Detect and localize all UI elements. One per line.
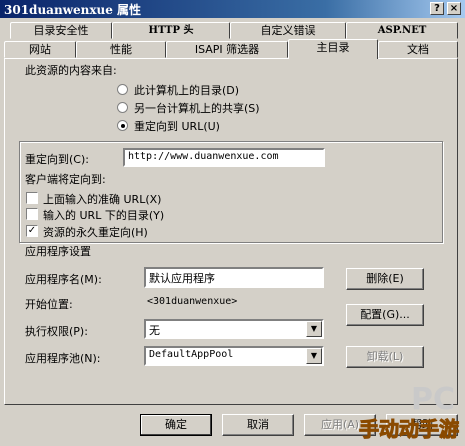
- tab-performance[interactable]: 性能: [76, 41, 166, 58]
- chevron-down-icon[interactable]: ▼: [306, 321, 322, 337]
- tab-website[interactable]: 网站: [4, 41, 76, 58]
- redirect-label: 重定向到(C):: [25, 153, 89, 166]
- radio-redirect-url-label[interactable]: 重定向到 URL(U): [134, 118, 220, 134]
- checkbox-permanent-redirect-label[interactable]: 资源的永久重定向(H): [43, 224, 148, 240]
- checkbox-directory-below[interactable]: [26, 208, 38, 220]
- checkbox-directory-below-label[interactable]: 输入的 URL 下的目录(Y): [43, 207, 164, 223]
- start-point-value: <301duanwenxue>: [147, 296, 238, 307]
- ok-button[interactable]: 确定: [140, 414, 212, 436]
- tab-home-directory[interactable]: 主目录: [288, 39, 378, 59]
- radio-local-directory-label[interactable]: 此计算机上的目录(D): [134, 82, 239, 98]
- watermark: PC 手动动手游: [345, 382, 465, 446]
- radio-network-share[interactable]: [117, 102, 128, 113]
- watermark-logo: PC: [410, 382, 455, 417]
- cancel-button[interactable]: 取消: [222, 414, 294, 436]
- start-point-label: 开始位置:: [25, 298, 73, 311]
- app-pool-label: 应用程序池(N):: [25, 352, 101, 365]
- redirect-url-input[interactable]: http://www.duanwenxue.com: [123, 148, 325, 167]
- configure-button[interactable]: 配置(G)...: [346, 304, 424, 326]
- help-title-button[interactable]: ?: [430, 2, 444, 15]
- app-settings-heading: 应用程序设置: [25, 245, 91, 258]
- tab-custom-errors[interactable]: 自定义错误: [230, 22, 346, 39]
- execute-permissions-select[interactable]: 无: [144, 319, 324, 339]
- unload-button[interactable]: 卸载(L): [346, 346, 424, 368]
- radio-network-share-label[interactable]: 另一台计算机上的共享(S): [134, 100, 260, 116]
- checkbox-permanent-redirect[interactable]: ✓: [26, 225, 38, 237]
- app-pool-select[interactable]: DefaultAppPool: [144, 346, 324, 366]
- radio-local-directory[interactable]: [117, 84, 128, 95]
- properties-dialog: 301duanwenxue 属性 ? × 目录安全性 HTTP 头 自定义错误 …: [0, 0, 465, 446]
- execute-permissions-label: 执行权限(P):: [25, 325, 88, 338]
- title-bar: 301duanwenxue 属性 ? ×: [0, 0, 465, 18]
- source-heading: 此资源的内容来自:: [25, 64, 117, 77]
- radio-redirect-url[interactable]: [117, 120, 128, 131]
- app-name-label: 应用程序名(M):: [25, 273, 102, 286]
- checkbox-exact-url-label[interactable]: 上面输入的准确 URL(X): [43, 191, 161, 207]
- remove-button[interactable]: 删除(E): [346, 268, 424, 290]
- tab-isapi-filters[interactable]: ISAPI 筛选器: [166, 41, 288, 58]
- chevron-down-icon[interactable]: ▼: [306, 348, 322, 364]
- app-name-input[interactable]: 默认应用程序: [144, 267, 324, 288]
- tab-aspnet[interactable]: ASP.NET: [346, 22, 458, 39]
- checkbox-exact-url[interactable]: [26, 192, 38, 204]
- client-redirect-heading: 客户端将定向到:: [25, 173, 106, 186]
- tab-directory-security[interactable]: 目录安全性: [10, 22, 112, 39]
- close-icon[interactable]: ×: [447, 2, 461, 15]
- window-title: 301duanwenxue 属性: [4, 3, 142, 17]
- tab-http-headers[interactable]: HTTP 头: [112, 22, 230, 39]
- tab-documents[interactable]: 文档: [378, 41, 458, 58]
- watermark-text: 手动动手游: [359, 417, 460, 442]
